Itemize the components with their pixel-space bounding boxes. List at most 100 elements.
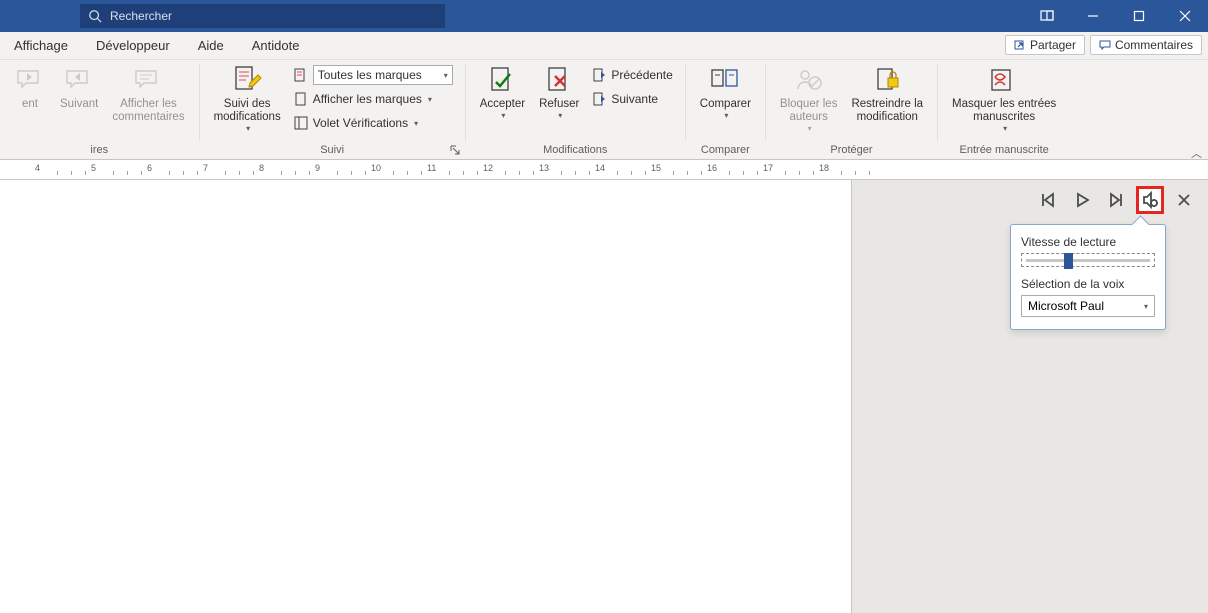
ruler-mark: 8 bbox=[259, 163, 264, 173]
prev-comment-button: ent bbox=[8, 62, 52, 140]
chevron-down-icon: ▾ bbox=[1144, 302, 1148, 311]
show-markup-button[interactable]: Afficher les marques ▾ bbox=[289, 88, 457, 110]
next-change-label: Suivante bbox=[611, 92, 658, 106]
ruler-mark: 9 bbox=[315, 163, 320, 173]
group-compare-label: Comparer bbox=[701, 144, 750, 159]
restrict-editing-button[interactable]: Restreindre la modification bbox=[845, 62, 929, 140]
ruler-mark: 5 bbox=[91, 163, 96, 173]
side-gutter: Vitesse de lecture Sélection de la voix … bbox=[852, 180, 1208, 613]
restrict-editing-label: Restreindre la modification bbox=[851, 98, 923, 124]
ruler-mark: 15 bbox=[651, 163, 661, 173]
ruler-mark: 13 bbox=[539, 163, 549, 173]
reject-label: Refuser bbox=[539, 98, 579, 111]
next-change-button[interactable]: Suivante bbox=[587, 88, 676, 110]
group-suivi: Suivi des modifications ▾ Toutes les mar… bbox=[200, 60, 465, 159]
read-next-button[interactable] bbox=[1102, 186, 1130, 214]
hide-ink-label: Masquer les entrées manuscrites bbox=[952, 98, 1056, 124]
slider-thumb[interactable] bbox=[1064, 253, 1073, 269]
track-changes-label: Suivi des modifications bbox=[214, 98, 281, 124]
read-aloud-settings-popover: Vitesse de lecture Sélection de la voix … bbox=[1010, 224, 1166, 330]
hide-ink-button[interactable]: Masquer les entrées manuscrites ▾ bbox=[946, 62, 1062, 140]
read-previous-button[interactable] bbox=[1034, 186, 1062, 214]
speech-bubble-left-icon bbox=[14, 64, 46, 96]
show-markup-label: Afficher les marques bbox=[313, 92, 422, 106]
group-suivi-label: Suivi bbox=[320, 144, 344, 159]
group-ink: Masquer les entrées manuscrites ▾ Entrée… bbox=[938, 60, 1070, 159]
reject-icon bbox=[543, 64, 575, 96]
next-comment-label: Suivant bbox=[60, 98, 98, 111]
block-authors-label: Bloquer les auteurs bbox=[780, 98, 838, 124]
group-protect-label: Protéger bbox=[830, 144, 872, 159]
document-area: Vitesse de lecture Sélection de la voix … bbox=[0, 180, 1208, 613]
tab-developpeur[interactable]: Développeur bbox=[82, 32, 184, 59]
reading-speed-slider[interactable] bbox=[1021, 253, 1155, 267]
group-comments-label: ires bbox=[90, 144, 108, 159]
ruler-mark: 6 bbox=[147, 163, 152, 173]
search-icon bbox=[88, 9, 102, 23]
comments-label: Commentaires bbox=[1115, 38, 1193, 52]
next-change-icon bbox=[591, 91, 607, 107]
read-play-button[interactable] bbox=[1068, 186, 1096, 214]
ruler-mark: 17 bbox=[763, 163, 773, 173]
window-controls bbox=[1024, 0, 1208, 32]
ink-icon bbox=[988, 64, 1020, 96]
block-authors-icon bbox=[793, 64, 825, 96]
tab-aide[interactable]: Aide bbox=[184, 32, 238, 59]
prev-comment-label: ent bbox=[22, 98, 38, 111]
minimize-button[interactable] bbox=[1070, 0, 1116, 32]
compare-button[interactable]: Comparer ▾ bbox=[694, 62, 757, 140]
ruler[interactable]: 456789101112131415161718 bbox=[0, 160, 1208, 180]
ruler-mark: 18 bbox=[819, 163, 829, 173]
prev-change-label: Précédente bbox=[611, 68, 672, 82]
ruler-mark: 14 bbox=[595, 163, 605, 173]
ruler-mark: 11 bbox=[427, 163, 436, 173]
ribbon-display-options-button[interactable] bbox=[1024, 0, 1070, 32]
maximize-button[interactable] bbox=[1116, 0, 1162, 32]
voice-select[interactable]: Microsoft Paul ▾ bbox=[1021, 295, 1155, 317]
accept-button[interactable]: Accepter ▾ bbox=[474, 62, 531, 140]
prev-change-button[interactable]: Précédente bbox=[587, 64, 676, 86]
search-input[interactable] bbox=[110, 9, 437, 23]
read-aloud-toolbar bbox=[1034, 186, 1198, 214]
prev-change-icon bbox=[591, 67, 607, 83]
share-button[interactable]: Partager bbox=[1005, 35, 1085, 55]
reviewing-pane-button[interactable]: Volet Vérifications ▾ bbox=[289, 112, 457, 134]
tab-affichage[interactable]: Affichage bbox=[0, 32, 82, 59]
search-box[interactable] bbox=[80, 4, 445, 28]
group-changes: Accepter ▾ Refuser ▾ Précédente Suivante… bbox=[466, 60, 685, 159]
comments-button[interactable]: Commentaires bbox=[1090, 35, 1202, 55]
close-button[interactable] bbox=[1162, 0, 1208, 32]
show-comments-button: Afficher les commentaires bbox=[106, 62, 190, 140]
tab-antidote[interactable]: Antidote bbox=[238, 32, 314, 59]
accept-label: Accepter bbox=[480, 98, 525, 111]
track-changes-button[interactable]: Suivi des modifications ▾ bbox=[208, 62, 287, 140]
share-icon bbox=[1014, 39, 1026, 51]
document-page[interactable] bbox=[0, 180, 852, 613]
ruler-mark: 4 bbox=[35, 163, 40, 173]
show-comments-label: Afficher les commentaires bbox=[112, 98, 184, 124]
speech-bubble-right-icon bbox=[63, 64, 95, 96]
compare-label: Comparer bbox=[700, 98, 751, 111]
voice-select-label: Sélection de la voix bbox=[1021, 277, 1155, 291]
collapse-ribbon-button[interactable]: ︿ bbox=[1191, 145, 1202, 161]
speech-bubble-icon bbox=[132, 64, 164, 96]
ruler-mark: 16 bbox=[707, 163, 717, 173]
accept-icon bbox=[486, 64, 518, 96]
compare-icon bbox=[709, 64, 741, 96]
reading-speed-label: Vitesse de lecture bbox=[1021, 235, 1155, 249]
voice-select-value: Microsoft Paul bbox=[1028, 299, 1104, 313]
read-settings-button[interactable] bbox=[1136, 186, 1164, 214]
reviewing-pane-label: Volet Vérifications bbox=[313, 116, 408, 130]
group-ink-label: Entrée manuscrite bbox=[960, 144, 1049, 159]
lock-icon bbox=[871, 64, 903, 96]
ribbon: ent Suivant Afficher les commentaires ir… bbox=[0, 60, 1208, 160]
share-label: Partager bbox=[1030, 38, 1076, 52]
ruler-mark: 7 bbox=[203, 163, 208, 173]
markup-icon bbox=[293, 67, 309, 83]
block-authors-button: Bloquer les auteurs ▾ bbox=[774, 62, 844, 140]
suivi-dialog-launcher[interactable] bbox=[449, 143, 463, 157]
markup-display-combo[interactable]: Toutes les marques▾ bbox=[289, 64, 457, 86]
read-close-button[interactable] bbox=[1170, 186, 1198, 214]
reject-button[interactable]: Refuser ▾ bbox=[533, 62, 585, 140]
group-changes-label: Modifications bbox=[543, 144, 607, 159]
